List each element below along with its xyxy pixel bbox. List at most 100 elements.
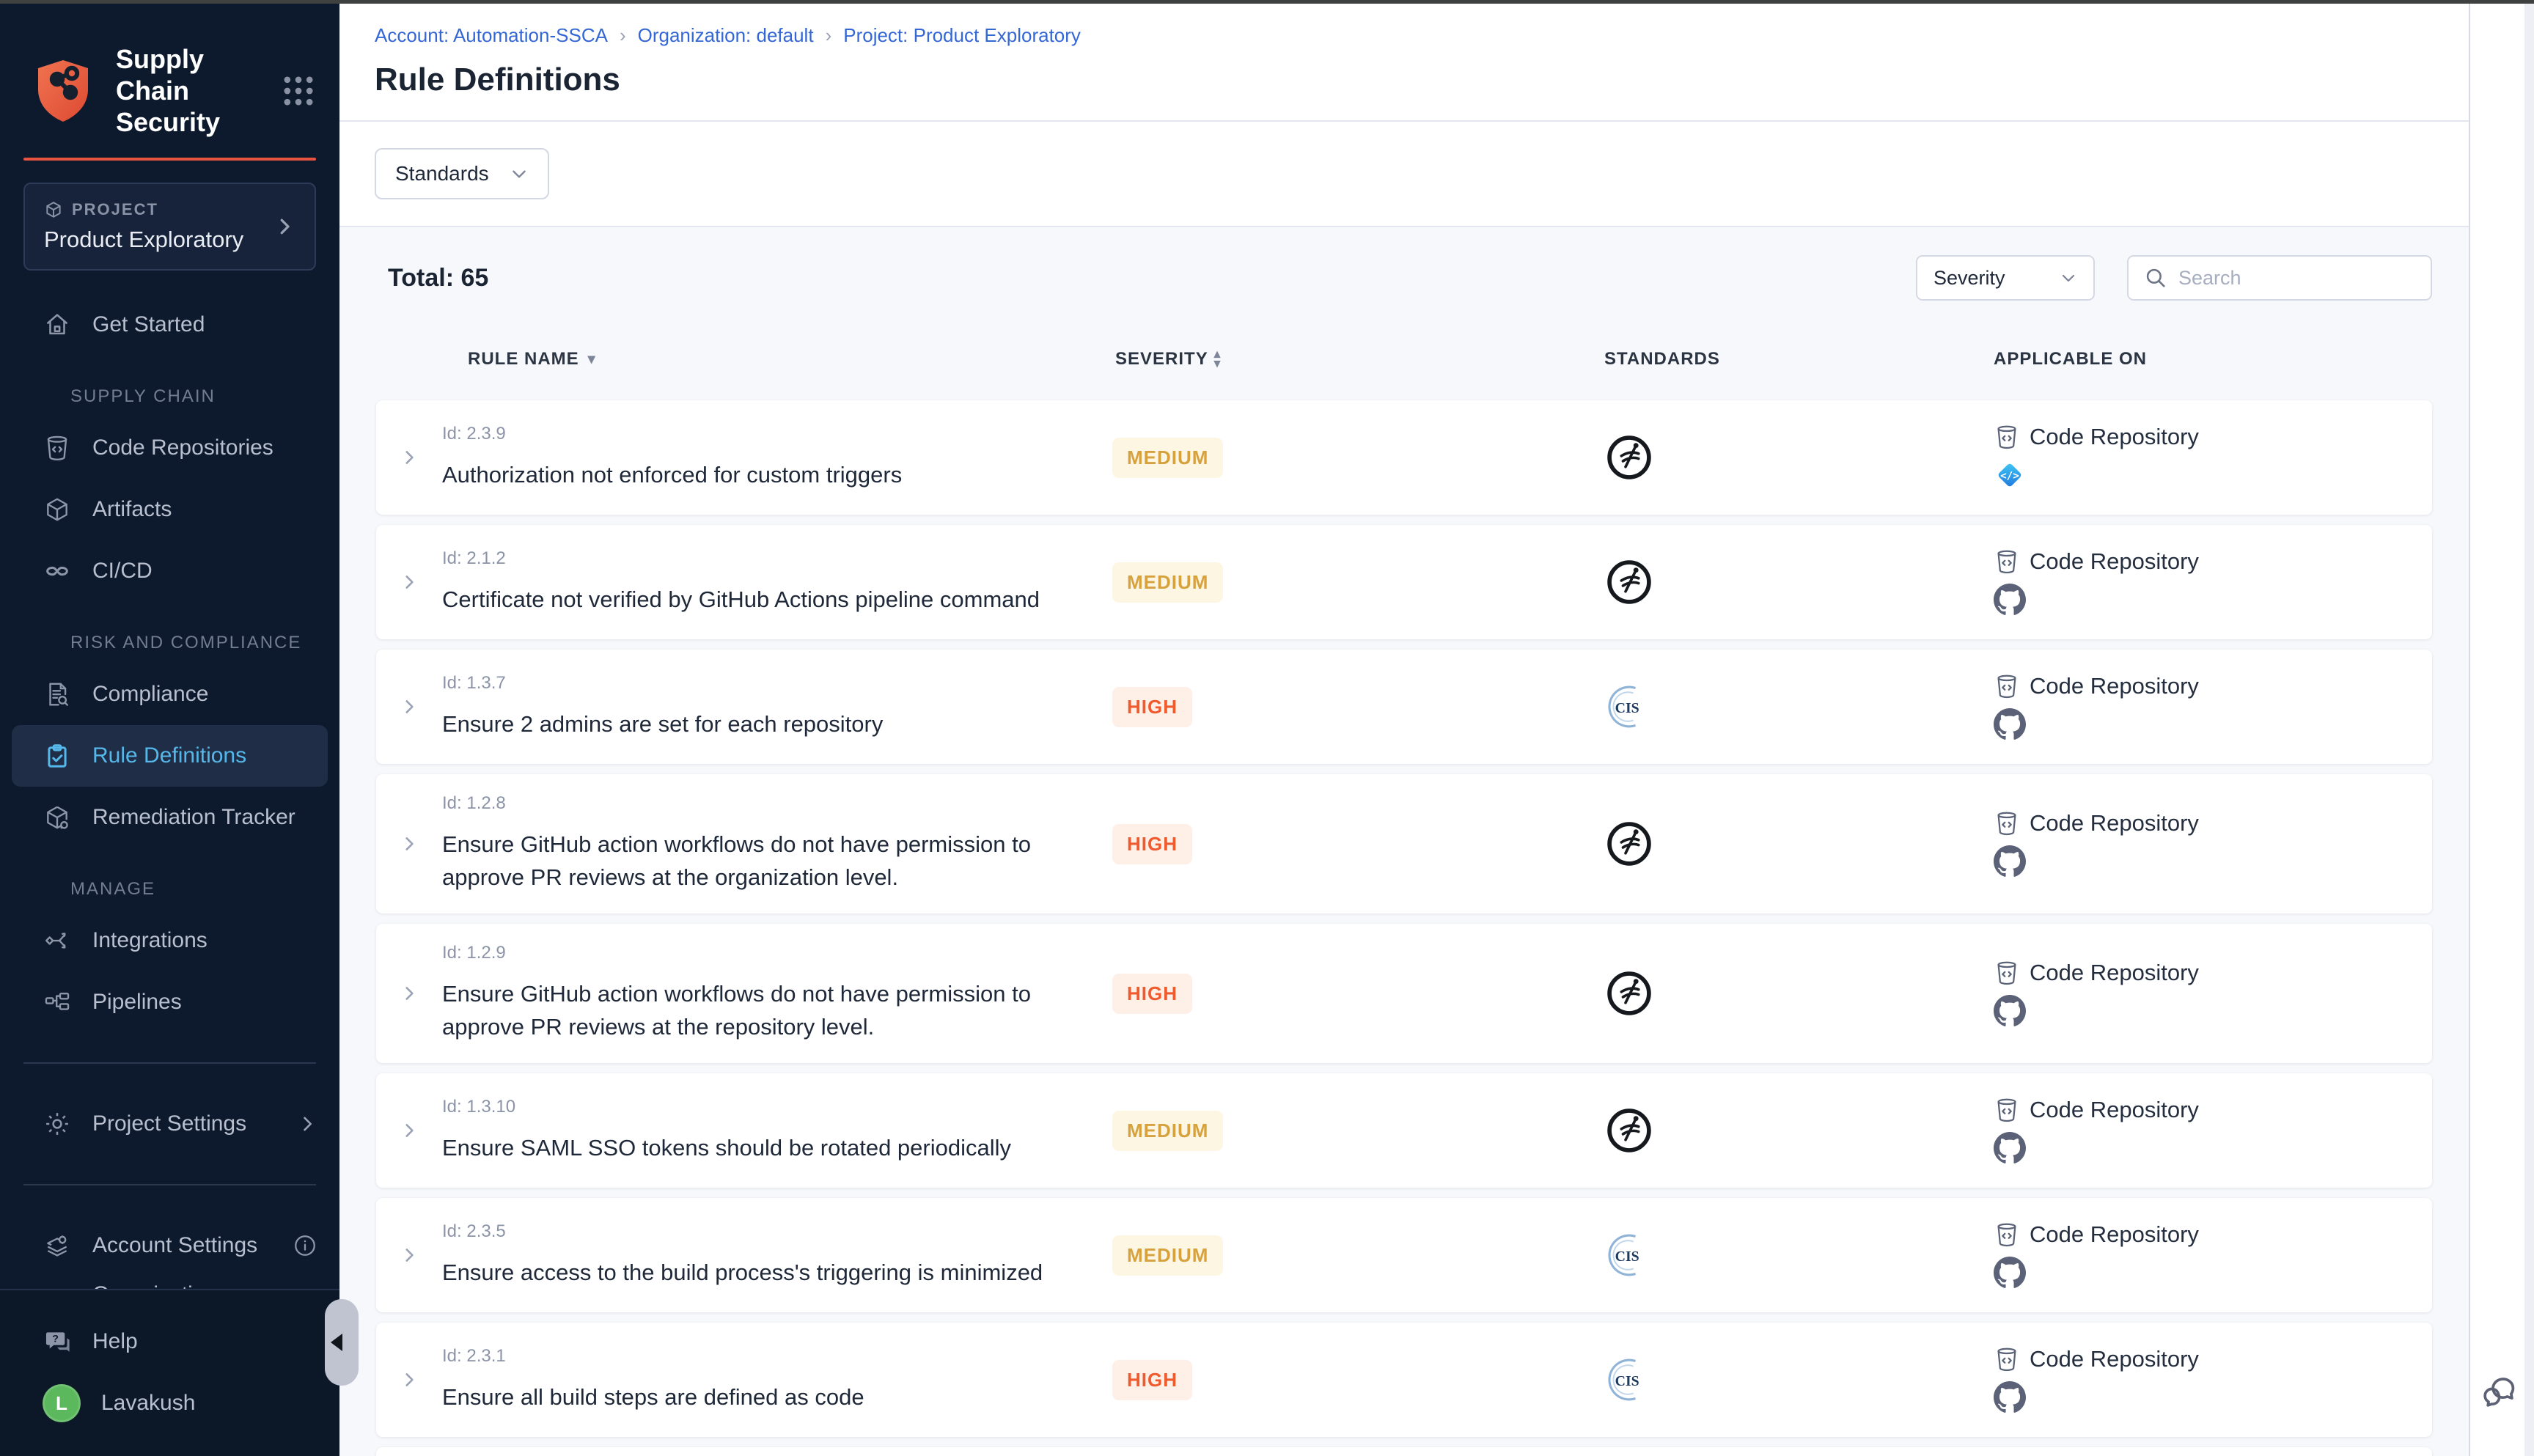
code-repository-icon (1994, 1221, 2020, 1248)
severity-badge: HIGH (1112, 1360, 1192, 1400)
code-repository-icon (1994, 424, 2020, 450)
sidebar-item-help[interactable]: ? Help (0, 1311, 339, 1372)
breadcrumb-separator: › (620, 24, 626, 47)
severity-badge: HIGH (1112, 824, 1192, 864)
row-expand-chevron-icon[interactable] (376, 1246, 442, 1265)
cis-standard-icon: CIS (1604, 1355, 1654, 1405)
row-expand-chevron-icon[interactable] (376, 448, 442, 467)
sidebar-item-account-settings[interactable]: Account Settings (0, 1215, 339, 1276)
column-header-severity[interactable]: SEVERITY ▴▾ (1109, 349, 1538, 369)
table-row[interactable]: Id: 2.1.2 Certificate not verified by Gi… (376, 525, 2432, 639)
sidebar-item-project-settings[interactable]: Project Settings (0, 1093, 339, 1155)
table-row[interactable]: Id: 1.3.10 Ensure SAML SSO tokens should… (376, 1073, 2432, 1188)
section-label: SUPPLY CHAIN (0, 386, 339, 407)
project-name: Product Exploratory (44, 227, 273, 253)
provider-icon (1994, 1381, 2026, 1413)
help-chat-icon: ? (43, 1327, 72, 1356)
sidebar-item-organization-settings[interactable]: Organization Settings (0, 1276, 339, 1289)
search-input[interactable] (2178, 267, 2416, 290)
section-label: RISK AND COMPLIANCE (0, 633, 339, 653)
code-repository-icon (1994, 1346, 2020, 1372)
github-icon (1994, 1257, 2026, 1289)
chevron-down-icon (2060, 269, 2077, 287)
breadcrumb-project[interactable]: Project: Product Exploratory (843, 24, 1081, 47)
sidebar-item-label: Account Settings (92, 1233, 257, 1258)
table-row[interactable]: Id: 1.2.9 Ensure GitHub action workflows… (376, 924, 2432, 1063)
sidebar-item-rule-definitions[interactable]: Rule Definitions (12, 725, 328, 787)
row-expand-chevron-icon[interactable] (376, 1121, 442, 1140)
table-row[interactable]: Id: 2.3.9 Authorization not enforced for… (376, 400, 2432, 515)
standards-icons: CIS (1538, 1230, 1989, 1280)
provider-icon (1994, 845, 2026, 878)
standards-icons (1538, 1106, 1989, 1155)
row-expand-chevron-icon[interactable] (376, 573, 442, 592)
applicable-on-label: Code Repository (2030, 1221, 2199, 1248)
total-count: Total: 65 (388, 264, 488, 293)
provider-icon (1994, 584, 2026, 616)
table-row[interactable]: Id: 1.3.7 Ensure 2 admins are set for ea… (376, 650, 2432, 764)
github-icon (1994, 708, 2026, 740)
sidebar-footer: ? Help L Lavakush (0, 1289, 339, 1456)
breadcrumb-organization[interactable]: Organization: default (638, 24, 814, 47)
sidebar-item-label: Get Started (92, 312, 205, 337)
svg-text:CIS: CIS (1615, 1249, 1639, 1265)
scrollbar[interactable] (2524, 4, 2534, 1456)
table-row[interactable]: Id: 2.3.5 Ensure access to the build pro… (376, 1198, 2432, 1312)
sidebar-item-integrations[interactable]: Integrations (0, 910, 339, 971)
sidebar-item-remediation-tracker[interactable]: Remediation Tracker (0, 787, 339, 848)
app-title: Supply Chain Security (116, 43, 262, 139)
severity-filter-label: Severity (1933, 267, 2005, 290)
sidebar-item-pipelines[interactable]: Pipelines (0, 971, 339, 1033)
breadcrumb: Account: Automation-SSCA › Organization:… (375, 24, 2432, 47)
rule-name: Ensure 2 admins are set for each reposit… (442, 708, 1080, 741)
artifacts-cube-icon (43, 495, 72, 524)
column-header-rule-name[interactable]: RULE NAME ▾ (442, 349, 1109, 369)
sidebar-item-label: CI/CD (92, 559, 153, 584)
severity-filter-dropdown[interactable]: Severity (1916, 255, 2095, 301)
user-menu[interactable]: L Lavakush (0, 1372, 339, 1434)
project-selector[interactable]: PROJECT Product Exploratory (23, 183, 316, 271)
code-repositories-icon (43, 433, 72, 463)
owasp-standard-icon (1604, 557, 1654, 607)
severity-badge: HIGH (1112, 974, 1192, 1014)
owasp-standard-icon (1604, 1106, 1654, 1155)
row-expand-chevron-icon[interactable] (376, 984, 442, 1003)
row-expand-chevron-icon[interactable] (376, 697, 442, 716)
table-row[interactable]: Id: 2.3.1 Ensure all build steps are def… (376, 1323, 2432, 1437)
standards-filter-dropdown[interactable]: Standards (375, 148, 549, 199)
provider-icon (1994, 1257, 2026, 1289)
rule-id: Id: 1.3.10 (442, 1097, 1109, 1117)
chevron-right-icon (273, 216, 295, 238)
severity-badge: MEDIUM (1112, 1235, 1223, 1276)
sidebar-item-cicd[interactable]: CI/CD (0, 540, 339, 602)
applicable-on-label: Code Repository (2030, 548, 2199, 575)
rules-list: Id: 2.3.9 Authorization not enforced for… (376, 400, 2432, 1456)
sidebar-item-get-started[interactable]: Get Started (0, 294, 339, 356)
chat-widget-icon[interactable] (2480, 1372, 2519, 1411)
rule-id: Id: 2.3.5 (442, 1221, 1109, 1242)
integrations-share-icon (43, 926, 72, 955)
table-row[interactable]: Id: 1.1.9 HIGH CIS Code Repository (376, 1447, 2432, 1456)
sidebar-item-code-repositories[interactable]: Code Repositories (0, 417, 339, 479)
code-repository-icon (1994, 673, 2020, 699)
module-grid-icon[interactable] (279, 72, 317, 110)
code-repository-icon (1994, 673, 2020, 699)
table-row[interactable]: Id: 1.2.8 Ensure GitHub action workflows… (376, 774, 2432, 913)
row-expand-chevron-icon[interactable] (376, 1370, 442, 1389)
sidebar-item-compliance[interactable]: Compliance (0, 663, 339, 725)
rule-name: Ensure all build steps are defined as co… (442, 1381, 1080, 1414)
supply-chain-security-logo (28, 56, 98, 126)
sidebar-item-label: Help (92, 1329, 138, 1354)
breadcrumb-account[interactable]: Account: Automation-SSCA (375, 24, 608, 47)
github-icon (1994, 995, 2026, 1027)
sidebar-collapse-handle[interactable] (325, 1299, 359, 1386)
provider-icon (1994, 995, 2026, 1027)
sidebar-item-artifacts[interactable]: Artifacts (0, 479, 339, 540)
owasp-standard-icon (1604, 968, 1654, 1018)
code-repository-icon (1994, 1097, 2020, 1123)
breadcrumb-separator: › (826, 24, 832, 47)
standards-icons (1538, 557, 1989, 607)
rule-id: Id: 2.3.9 (442, 424, 1109, 444)
row-expand-chevron-icon[interactable] (376, 834, 442, 853)
page-title: Rule Definitions (375, 62, 2432, 98)
